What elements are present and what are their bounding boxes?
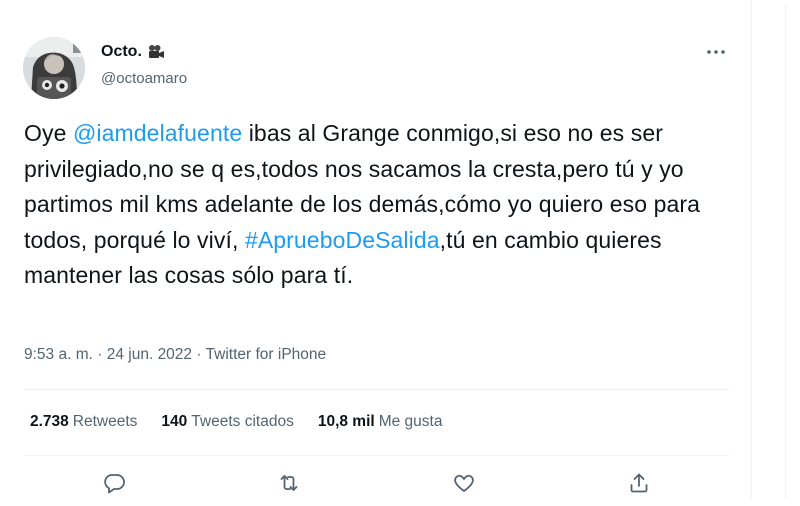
divider — [24, 389, 729, 390]
avatar-image — [23, 37, 85, 99]
quote-tweets-stat[interactable]: 140 Tweets citados — [161, 413, 293, 431]
quote-tweets-label: Tweets citados — [191, 413, 294, 430]
reply-icon — [104, 474, 125, 494]
hashtag-link[interactable]: #AprueboDeSalida — [245, 227, 440, 253]
divider — [24, 455, 729, 456]
share-button[interactable] — [622, 466, 656, 500]
retweets-count: 2.738 — [30, 413, 69, 430]
author-handle[interactable]: @octoamaro — [101, 70, 187, 87]
more-options-button[interactable] — [700, 40, 732, 64]
likes-count: 10,8 mil — [317, 413, 375, 430]
tweet-text-segment: Oye — [24, 120, 73, 146]
author-name-row[interactable]: Octo. — [101, 43, 166, 61]
tweet-source[interactable]: Twitter for iPhone — [206, 346, 327, 363]
meta-separator: · — [92, 346, 107, 363]
tweet-date[interactable]: 24 jun. 2022 — [107, 346, 192, 363]
reply-button[interactable] — [97, 466, 131, 500]
retweet-button[interactable] — [272, 466, 306, 500]
right-sidebar-edge — [752, 0, 800, 499]
tweet-card: Octo. @octoamaro Oye @iamdelafuente ibas… — [0, 0, 752, 499]
mention-link[interactable]: @iamdelafuente — [73, 120, 242, 146]
meta-separator: · — [192, 346, 206, 363]
retweets-stat[interactable]: 2.738 Retweets — [30, 413, 137, 431]
author-display-name[interactable]: Octo. — [101, 43, 142, 61]
quote-tweets-count: 140 — [161, 413, 188, 430]
heart-icon — [454, 474, 474, 492]
tweet-actions — [0, 466, 752, 506]
engagement-stats: 2.738 Retweets 140 Tweets citados 10,8 m… — [30, 413, 442, 431]
retweets-label: Retweets — [72, 413, 138, 430]
movie-camera-icon — [148, 45, 164, 58]
likes-label: Me gusta — [378, 413, 443, 430]
like-button[interactable] — [447, 466, 481, 500]
tweet-text: Oye @iamdelafuente ibas al Grange conmig… — [24, 116, 729, 294]
sidebar-panel-edge — [785, 0, 794, 499]
retweet-icon — [280, 475, 298, 491]
likes-stat[interactable]: 10,8 mil Me gusta — [318, 413, 443, 431]
tweet-meta: 9:53 a. m. · 24 jun. 2022 · Twitter for … — [24, 346, 326, 364]
avatar[interactable] — [23, 37, 85, 99]
tweet-time[interactable]: 9:53 a. m. — [24, 346, 93, 363]
share-icon — [630, 473, 648, 493]
more-horizontal-icon — [707, 50, 725, 54]
